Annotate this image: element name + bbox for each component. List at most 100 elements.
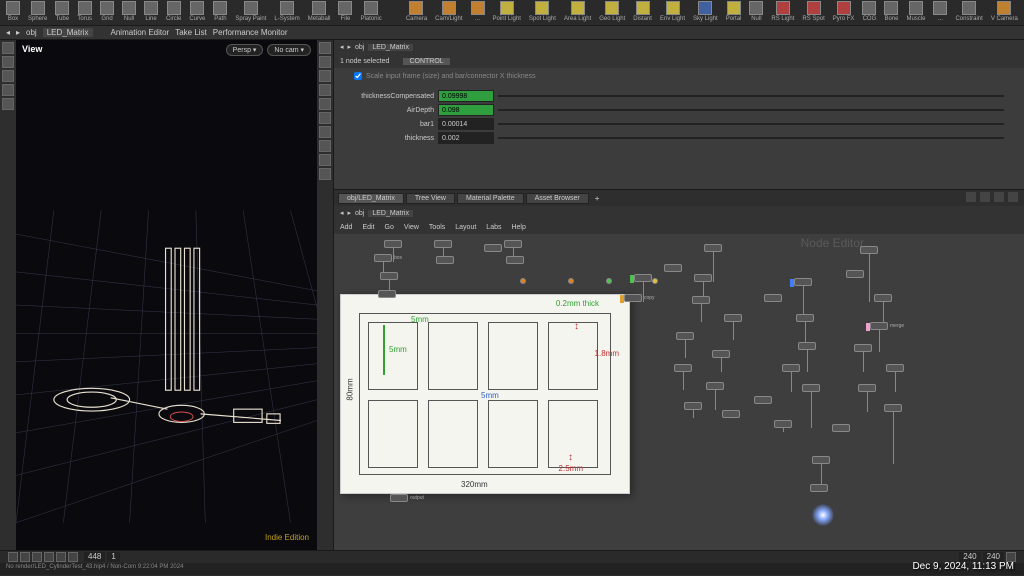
shelf-tab[interactable]: Performance Monitor [213,28,288,37]
shelf-item[interactable]: ... [931,0,949,23]
network-node[interactable] [802,384,820,392]
shelf-item[interactable]: V Camera [989,0,1020,23]
shelf-item[interactable]: Area Light [562,0,593,23]
shelf-item[interactable]: Curve [187,0,207,23]
network-node[interactable] [724,314,742,322]
shelf-item[interactable]: Sphere [26,0,49,23]
tool-button[interactable] [319,154,331,166]
tool-button[interactable] [2,98,14,110]
shelf-item[interactable]: Null [747,0,765,23]
shelf-item[interactable]: Cam/Light [433,0,464,23]
arrow-left-icon[interactable]: ◂ [340,43,344,51]
shelf-item[interactable]: Portal [724,0,744,23]
net-tool-icon[interactable] [1008,192,1018,202]
network-editor[interactable]: obj/LED_Matrix Tree View Material Palett… [334,190,1024,550]
arrow-left-icon[interactable]: ◂ [340,209,344,217]
path-node[interactable]: LED_Matrix [368,210,413,217]
network-node[interactable] [694,274,712,282]
path-prefix[interactable]: obj [355,44,364,51]
menu-item[interactable]: Help [511,224,525,231]
param-value[interactable]: 0.00014 [438,118,494,130]
network-node[interactable] [764,294,782,302]
shelf-item[interactable]: File [336,0,354,23]
shelf-item[interactable]: Box [4,0,22,23]
arrow-left-icon[interactable]: ◂ [6,28,10,37]
network-tab[interactable]: Material Palette [457,193,524,204]
shelf-item[interactable]: Spray Paint [233,0,268,23]
tool-button[interactable] [319,84,331,96]
tool-button[interactable] [319,42,331,54]
network-node[interactable] [886,364,904,372]
network-node[interactable] [860,246,878,254]
nocam-dropdown[interactable]: No cam ▾ [267,44,311,56]
network-node[interactable] [484,244,502,252]
network-node[interactable] [706,382,724,390]
shelf-item[interactable]: Circle [164,0,183,23]
play-back-button[interactable] [32,552,42,562]
network-node[interactable] [884,404,902,412]
param-slider[interactable] [498,95,1004,97]
shelf-item[interactable]: Torus [75,0,94,23]
tool-button[interactable] [2,42,14,54]
param-value[interactable]: 0.098 [438,104,494,116]
camera-dropdown[interactable]: Persp ▾ [226,44,264,56]
shelf-item[interactable]: Geo Light [597,0,627,23]
network-node[interactable]: copy [624,294,655,302]
shelf-item[interactable]: RS Spot [800,0,826,23]
menu-item[interactable]: Layout [455,224,476,231]
network-node[interactable] [380,272,398,280]
last-frame-button[interactable] [68,552,78,562]
start-frame[interactable]: 1 [107,552,119,562]
prev-frame-button[interactable] [20,552,30,562]
arrow-right-icon[interactable]: ▸ [16,28,20,37]
shelf-tab[interactable]: Animation Editor [111,28,170,37]
network-node[interactable] [796,314,814,322]
path-prefix[interactable]: obj [355,210,364,217]
shelf-item[interactable]: Null [120,0,138,23]
network-node[interactable]: output [390,494,424,502]
tool-button[interactable] [319,70,331,82]
shelf-item[interactable]: Env Light [658,0,687,23]
sticky-note[interactable]: 0.2mm thick 5mm 5mm 5mm 1.8mm [340,294,630,494]
param-slider[interactable] [498,137,1004,139]
tool-button[interactable] [319,98,331,110]
network-tab[interactable]: Tree View [406,193,455,204]
net-tool-icon[interactable] [966,192,976,202]
shelf-item[interactable]: Bone [882,0,900,23]
network-node[interactable] [774,420,792,428]
shelf-item[interactable]: RS Light [769,0,796,23]
first-frame-button[interactable] [8,552,18,562]
network-node[interactable] [810,484,828,492]
network-node[interactable]: merge [870,322,904,330]
shelf-item[interactable]: Tube [53,0,71,23]
next-frame-button[interactable] [56,552,66,562]
tool-button[interactable] [319,140,331,152]
shelf-item[interactable]: Point Light [491,0,523,23]
shelf-item[interactable]: COG [860,0,878,23]
scale-checkbox[interactable] [354,72,362,80]
network-node[interactable] [634,274,652,282]
network-node[interactable] [782,364,800,372]
add-tab-icon[interactable]: + [595,194,600,203]
network-node[interactable] [692,296,710,304]
play-button[interactable] [44,552,54,562]
network-node[interactable] [436,256,454,264]
frame-field[interactable]: 448 [84,552,105,562]
network-node[interactable] [722,410,740,418]
shelf-tab[interactable]: Take List [175,28,207,37]
tool-button[interactable] [2,56,14,68]
shelf-item[interactable]: L-System [272,0,301,23]
network-tab[interactable]: Asset Browser [526,193,589,204]
param-slider[interactable] [498,123,1004,125]
network-node[interactable] [674,364,692,372]
network-node[interactable] [504,240,522,248]
network-node[interactable] [812,456,830,464]
network-node[interactable] [384,240,402,248]
tab-control[interactable]: CONTROL [403,58,449,65]
param-value[interactable]: 0.09998 [438,90,494,102]
network-node[interactable] [794,278,812,286]
path-node[interactable]: LED_Matrix [368,44,413,51]
shelf-item[interactable]: Platonic [358,0,383,23]
tool-button[interactable] [319,112,331,124]
network-node[interactable] [378,290,396,298]
